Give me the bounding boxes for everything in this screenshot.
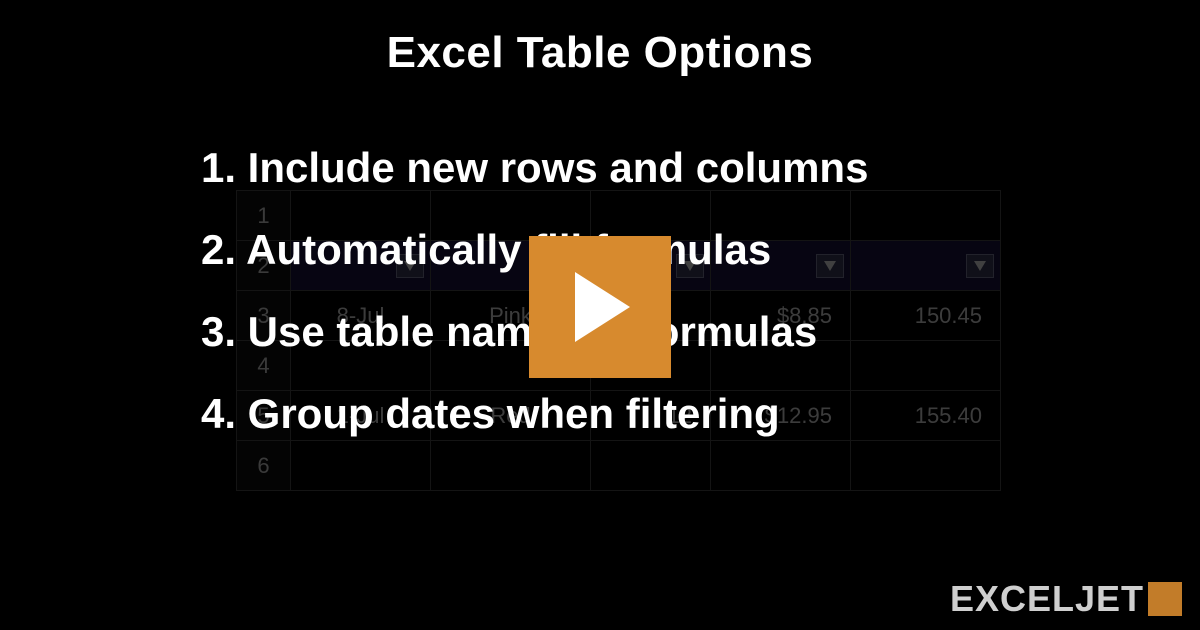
- brand-logo: EXCELJET: [950, 578, 1182, 620]
- cell: [851, 191, 1001, 241]
- slide-title: Excel Table Options: [0, 28, 1200, 78]
- filter-dropdown-icon: [966, 254, 994, 278]
- play-button[interactable]: [529, 236, 671, 378]
- bullet-number: 4.: [188, 390, 236, 438]
- bullet-number: 2.: [188, 226, 236, 274]
- table-header-cell: [851, 241, 1001, 291]
- bullet-text: Automatically fill formulas: [246, 226, 771, 273]
- brand-text: EXCELJET: [950, 578, 1144, 620]
- bullet-number: 3.: [188, 308, 236, 356]
- list-item: 1. Include new rows and columns: [188, 144, 868, 192]
- brand-mark-icon: [1148, 582, 1182, 616]
- bullet-text: Include new rows and columns: [248, 144, 869, 191]
- cell: 155.40: [851, 391, 1001, 441]
- bullet-text: Group dates when filtering: [248, 390, 780, 437]
- cell: 150.45: [851, 291, 1001, 341]
- list-item: 4. Group dates when filtering: [188, 390, 868, 438]
- cell: [851, 441, 1001, 491]
- cell: [851, 341, 1001, 391]
- bullet-number: 1.: [188, 144, 236, 192]
- play-icon: [570, 272, 630, 342]
- video-thumbnail: Excel Table Options 1 2: [0, 0, 1200, 630]
